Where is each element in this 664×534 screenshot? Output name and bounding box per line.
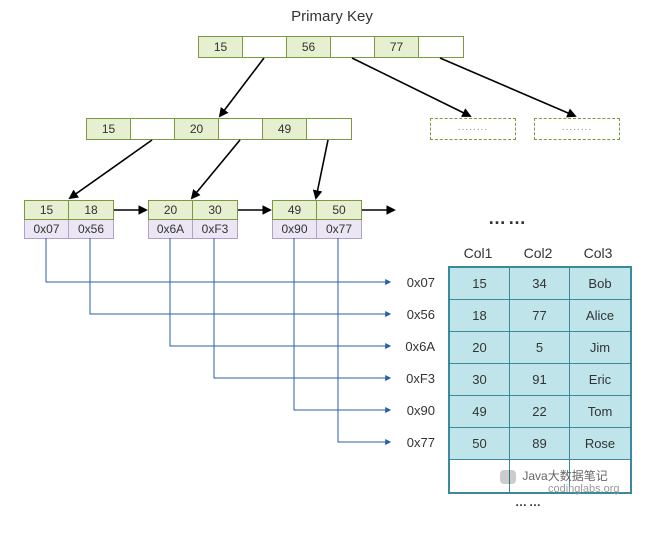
leaf-addr: 0x90 — [273, 220, 317, 238]
root-key: 77 — [375, 37, 419, 57]
leaf-key: 18 — [69, 201, 113, 219]
table-header: Col2 — [508, 245, 568, 261]
internal-key: 20 — [175, 119, 219, 139]
table-row: 49 22 Tom — [450, 396, 630, 428]
ellipsis: …… — [488, 208, 528, 229]
table-cell: Jim — [570, 332, 630, 364]
internal-key: 49 — [263, 119, 307, 139]
table-cell: 22 — [510, 396, 570, 428]
leaf-addr: 0x6A — [149, 220, 193, 238]
root-node: 15 56 77 — [198, 36, 464, 58]
table-header-row: Col1 Col2 Col3 — [448, 245, 628, 261]
table-row: 18 77 Alice — [450, 300, 630, 332]
table-cell: Bob — [570, 268, 630, 300]
leaf-addr: 0x77 — [317, 220, 361, 238]
table-ellipsis: …… — [515, 495, 543, 509]
leaf-key: 30 — [193, 201, 237, 219]
root-pointer — [331, 37, 375, 57]
table-cell: 34 — [510, 268, 570, 300]
table-cell: 77 — [510, 300, 570, 332]
leaf-node: 49 50 0x90 0x77 — [272, 200, 362, 239]
table-cell: 18 — [450, 300, 510, 332]
table-cell: 49 — [450, 396, 510, 428]
diagram-canvas: Primary Key 15 56 77 15 20 49 ........ .… — [0, 0, 664, 534]
internal-pointer — [219, 119, 263, 139]
leaf-node: 15 18 0x07 0x56 — [24, 200, 114, 239]
chat-icon — [500, 470, 516, 484]
pointer-label: 0x6A — [395, 339, 435, 354]
table-cell: 15 — [450, 268, 510, 300]
table-header: Col1 — [448, 245, 508, 261]
diagram-title: Primary Key — [0, 8, 664, 25]
leaf-node: 20 30 0x6A 0xF3 — [148, 200, 238, 239]
table-cell: 5 — [510, 332, 570, 364]
table-cell: Alice — [570, 300, 630, 332]
leaf-key: 50 — [317, 201, 361, 219]
pointer-label: 0x07 — [395, 275, 435, 290]
internal-pointer — [131, 119, 175, 139]
table-cell: 30 — [450, 364, 510, 396]
root-pointer — [243, 37, 287, 57]
internal-key: 15 — [87, 119, 131, 139]
table-cell: 20 — [450, 332, 510, 364]
table-cell: 89 — [510, 428, 570, 460]
table-row: 50 89 Rose — [450, 428, 630, 460]
pointer-label: 0x90 — [395, 403, 435, 418]
table-cell: Eric — [570, 364, 630, 396]
watermark: Java大数据笔记 — [500, 467, 608, 484]
phantom-node: ........ — [534, 118, 620, 140]
table-row: 30 91 Eric — [450, 364, 630, 396]
leaf-key: 49 — [273, 201, 317, 219]
table-cell: 91 — [510, 364, 570, 396]
table-cell: Tom — [570, 396, 630, 428]
root-key: 56 — [287, 37, 331, 57]
data-table: 15 34 Bob 18 77 Alice 20 5 Jim 30 91 Eri… — [448, 266, 632, 494]
table-row: 15 34 Bob — [450, 268, 630, 300]
leaf-addr: 0x56 — [69, 220, 113, 238]
pointer-label: 0x56 — [395, 307, 435, 322]
table-cell: Rose — [570, 428, 630, 460]
root-key: 15 — [199, 37, 243, 57]
phantom-node: ........ — [430, 118, 516, 140]
watermark-url: codinglabs.org — [548, 483, 620, 495]
internal-pointer — [307, 119, 351, 139]
leaf-addr: 0xF3 — [193, 220, 237, 238]
internal-node: 15 20 49 — [86, 118, 352, 140]
table-cell: 50 — [450, 428, 510, 460]
pointer-label: 0xF3 — [395, 371, 435, 386]
leaf-key: 15 — [25, 201, 69, 219]
leaf-addr: 0x07 — [25, 220, 69, 238]
pointer-label: 0x77 — [395, 435, 435, 450]
table-row: 20 5 Jim — [450, 332, 630, 364]
root-pointer — [419, 37, 463, 57]
table-header: Col3 — [568, 245, 628, 261]
leaf-key: 20 — [149, 201, 193, 219]
